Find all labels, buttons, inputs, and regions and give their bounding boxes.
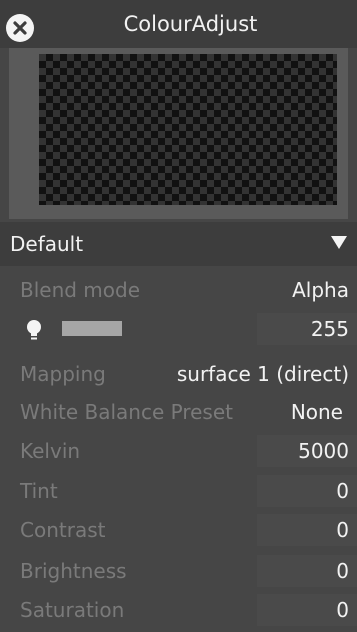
blend-mode-select[interactable]: Alpha	[292, 270, 349, 310]
preset-dropdown[interactable]: Default	[0, 222, 357, 266]
opacity-value: 255	[310, 317, 349, 341]
blend-mode-label: Blend mode	[20, 278, 141, 302]
opacity-slider[interactable]	[62, 321, 122, 336]
tint-value: 0	[336, 479, 349, 503]
saturation-value: 0	[336, 598, 349, 622]
preset-label: Default	[10, 232, 84, 256]
tint-label: Tint	[20, 479, 58, 503]
saturation-field[interactable]: 0	[257, 594, 357, 626]
opacity-field[interactable]: 255	[257, 313, 357, 345]
brightness-value: 0	[336, 559, 349, 583]
preview-checkerboard	[39, 54, 337, 205]
white-balance-label: White Balance Preset	[20, 400, 233, 424]
kelvin-field[interactable]: 5000	[257, 435, 357, 467]
contrast-field[interactable]: 0	[257, 514, 357, 546]
tint-field[interactable]: 0	[257, 475, 357, 507]
contrast-row: Contrast 0	[0, 510, 357, 550]
contrast-value: 0	[336, 518, 349, 542]
brightness-row: Brightness 0	[0, 551, 357, 591]
title-bar: ColourAdjust	[0, 0, 357, 48]
brightness-field[interactable]: 0	[257, 555, 357, 587]
brightness-label: Brightness	[20, 559, 127, 583]
opacity-row: 255	[0, 309, 357, 349]
kelvin-value: 5000	[298, 439, 349, 463]
white-balance-row: White Balance Preset None	[0, 392, 357, 432]
blend-mode-row: Blend mode Alpha	[0, 270, 357, 310]
kelvin-row: Kelvin 5000	[0, 431, 357, 471]
contrast-label: Contrast	[20, 518, 106, 542]
mapping-label: Mapping	[20, 362, 106, 386]
saturation-row: Saturation 0	[0, 590, 357, 630]
preview-area	[9, 48, 348, 219]
mapping-row: Mapping surface 1 (direct)	[0, 354, 357, 394]
window-title: ColourAdjust	[123, 12, 258, 36]
lightbulb-icon	[27, 320, 41, 340]
triangle-down-icon	[331, 236, 347, 249]
colour-adjust-panel: ColourAdjust Default Blend mode Alpha 25…	[0, 0, 357, 632]
kelvin-label: Kelvin	[20, 439, 81, 463]
tint-row: Tint 0	[0, 471, 357, 511]
white-balance-select[interactable]: None	[291, 392, 343, 432]
saturation-label: Saturation	[20, 598, 125, 622]
mapping-select[interactable]: surface 1 (direct)	[177, 354, 349, 394]
